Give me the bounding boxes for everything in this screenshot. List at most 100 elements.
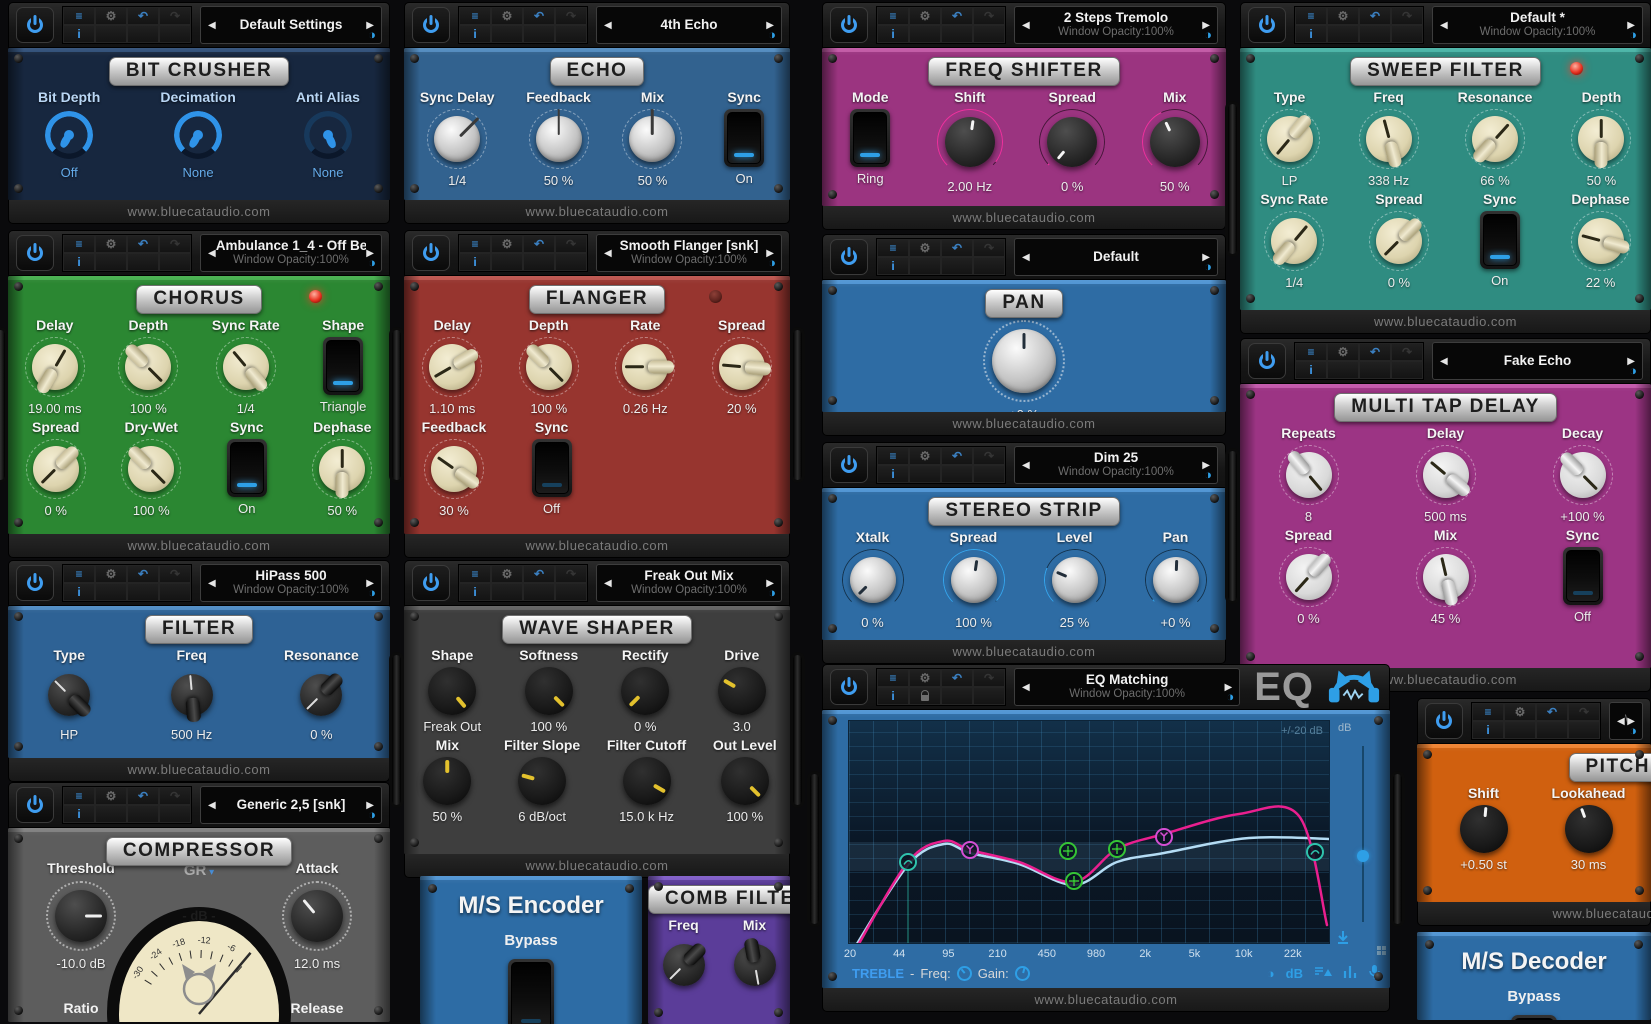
knob-anti-alias[interactable] xyxy=(304,111,352,159)
opacity-toggle-icon[interactable]: ◑ xyxy=(368,255,376,270)
undo-button[interactable]: ↶ xyxy=(941,239,973,257)
footer-link[interactable]: www.bluecataudio.com xyxy=(1374,672,1517,687)
info-button[interactable]: i xyxy=(63,583,95,601)
opacity-toggle-icon[interactable]: ◑ xyxy=(368,27,376,42)
knob-delay[interactable] xyxy=(1423,452,1469,498)
preset-display[interactable]: ◀Default Settings▶◑ xyxy=(200,6,382,44)
info-button[interactable]: i xyxy=(459,25,491,43)
knob-shift[interactable] xyxy=(945,117,995,167)
power-button[interactable] xyxy=(16,787,54,823)
info-button[interactable]: i xyxy=(877,25,909,43)
knob-out-level[interactable] xyxy=(721,757,769,805)
redo-button[interactable]: ↷ xyxy=(1391,343,1423,361)
info-button[interactable]: i xyxy=(63,805,95,823)
knob-mix[interactable] xyxy=(734,944,776,986)
preset-prev-button[interactable]: ◀ xyxy=(208,248,216,259)
footer-link[interactable]: www.bluecataudio.com xyxy=(526,538,669,553)
switch-sync[interactable] xyxy=(1563,547,1603,605)
info-button[interactable]: i xyxy=(63,253,95,271)
preset-display[interactable]: ◀Fake Echo▶◑ xyxy=(1432,342,1643,380)
info-button[interactable]: i xyxy=(459,583,491,601)
knob-threshold[interactable] xyxy=(55,890,107,942)
knob-shape[interactable] xyxy=(428,667,476,715)
redo-button[interactable]: ↷ xyxy=(159,565,191,583)
power-button[interactable] xyxy=(1248,343,1286,379)
knob-filter-slope[interactable] xyxy=(518,757,566,805)
preset-display[interactable]: ◀Window Opacity:100%▶◑ xyxy=(1609,702,1643,740)
knob-depth[interactable] xyxy=(526,344,572,390)
lock-button[interactable] xyxy=(909,25,941,43)
knob-pan[interactable] xyxy=(1153,557,1199,603)
menu-button[interactable]: ≡ xyxy=(877,669,909,687)
gear-button[interactable]: ⚙ xyxy=(909,239,941,257)
eq-zoom-handle[interactable] xyxy=(1357,850,1369,862)
preset-display[interactable]: ◀EQ MatchingWindow Opacity:100%▶◑ xyxy=(1014,668,1240,706)
knob-lookahead[interactable] xyxy=(1565,805,1613,853)
menu-button[interactable]: ≡ xyxy=(1295,343,1327,361)
power-button[interactable] xyxy=(412,235,450,271)
knob-dephase[interactable] xyxy=(1578,218,1624,264)
info-button[interactable]: i xyxy=(459,253,491,271)
knob-pan[interactable] xyxy=(992,329,1056,393)
resize-grip[interactable] xyxy=(1382,946,1386,950)
knob-mix[interactable] xyxy=(1150,117,1200,167)
opacity-toggle-icon[interactable]: ◑ xyxy=(1226,689,1234,704)
lock-button[interactable] xyxy=(1327,25,1359,43)
eq-node[interactable] xyxy=(1156,829,1172,845)
eq-node[interactable] xyxy=(1060,843,1076,859)
gear-button[interactable]: ⚙ xyxy=(95,7,127,25)
preset-prev-button[interactable]: ◀ xyxy=(1617,716,1625,727)
switch-bypass[interactable] xyxy=(1511,1015,1557,1020)
knob-level[interactable] xyxy=(1052,557,1098,603)
undo-button[interactable]: ↶ xyxy=(1359,7,1391,25)
lock-button[interactable] xyxy=(95,805,127,823)
knob-sync-delay[interactable] xyxy=(434,116,480,162)
lock-button[interactable] xyxy=(95,583,127,601)
undo-button[interactable]: ↶ xyxy=(127,7,159,25)
power-button[interactable] xyxy=(830,239,868,275)
info-button[interactable]: i xyxy=(1295,361,1327,379)
lock-button[interactable] xyxy=(95,253,127,271)
preset-display[interactable]: ◀Smooth Flanger [snk]Window Opacity:100%… xyxy=(596,234,782,272)
knob-freq[interactable] xyxy=(171,674,213,716)
preset-prev-button[interactable]: ◀ xyxy=(604,20,612,31)
info-button[interactable]: i xyxy=(1472,721,1504,739)
redo-button[interactable]: ↷ xyxy=(973,7,1005,25)
redo-button[interactable]: ↷ xyxy=(555,235,587,253)
preset-display[interactable]: ◀HiPass 500Window Opacity:100%▶◑ xyxy=(200,564,382,602)
power-button[interactable] xyxy=(16,7,54,43)
undo-button[interactable]: ↶ xyxy=(941,447,973,465)
undo-button[interactable]: ↶ xyxy=(1359,343,1391,361)
knob-filter-cutoff[interactable] xyxy=(623,757,671,805)
knob-spread[interactable] xyxy=(33,446,79,492)
lock-button[interactable] xyxy=(909,465,941,483)
knob-mix[interactable] xyxy=(629,116,675,162)
undo-button[interactable]: ↶ xyxy=(523,565,555,583)
menu-button[interactable]: ≡ xyxy=(63,565,95,583)
undo-button[interactable]: ↶ xyxy=(523,235,555,253)
knob-spread[interactable] xyxy=(1376,218,1422,264)
footer-link[interactable]: www.bluecataudio.com xyxy=(128,538,271,553)
gear-button[interactable]: ⚙ xyxy=(491,7,523,25)
switch-mode[interactable] xyxy=(850,109,890,167)
knob-spread[interactable] xyxy=(1047,117,1097,167)
power-button[interactable] xyxy=(16,235,54,271)
menu-button[interactable]: ≡ xyxy=(1295,7,1327,25)
knob-type[interactable] xyxy=(48,674,90,716)
switch-shape[interactable] xyxy=(323,337,363,395)
redo-button[interactable]: ↷ xyxy=(159,7,191,25)
preset-display[interactable]: ◀Default▶◑ xyxy=(1014,238,1218,276)
knob-depth[interactable] xyxy=(1578,116,1624,162)
knob-delay[interactable] xyxy=(429,344,475,390)
redo-button[interactable]: ↷ xyxy=(159,787,191,805)
lock-button[interactable] xyxy=(95,25,127,43)
footer-link[interactable]: www.bluecataudio.com xyxy=(526,204,669,219)
lock-button[interactable] xyxy=(491,253,523,271)
opacity-toggle-icon[interactable]: ◑ xyxy=(1204,27,1212,42)
gear-button[interactable]: ⚙ xyxy=(1327,343,1359,361)
knob-drive[interactable] xyxy=(718,667,766,715)
footer-link[interactable]: www.bluecataudio.com xyxy=(526,858,669,873)
eq-node[interactable] xyxy=(1109,841,1125,857)
undo-button[interactable]: ↶ xyxy=(127,235,159,253)
power-button[interactable] xyxy=(1248,7,1286,43)
